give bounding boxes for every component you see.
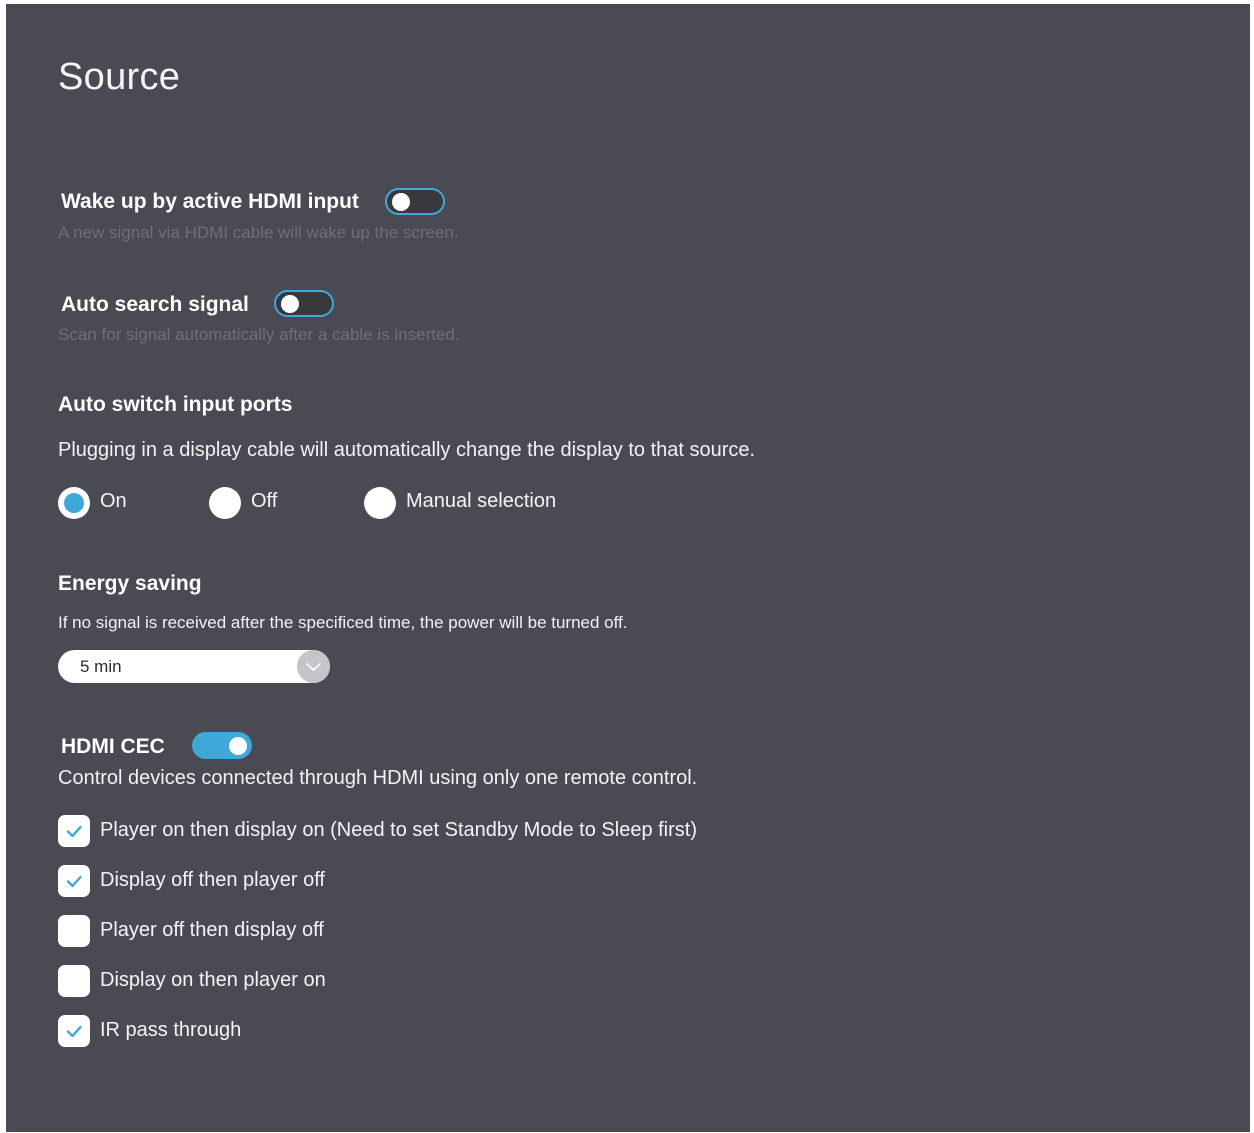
energy-saving-label: Energy saving (58, 572, 202, 595)
checkbox-display-on-player-on[interactable] (58, 965, 90, 997)
checkbox-display-off-player-off[interactable] (58, 865, 90, 897)
checkbox-label[interactable]: Player on then display on (Need to set S… (100, 819, 697, 842)
checkbox-player-off-display-off[interactable] (58, 915, 90, 947)
radio-on-label[interactable]: On (100, 490, 127, 513)
checkmark-icon (66, 875, 82, 888)
auto-search-description: Scan for signal automatically after a ca… (58, 325, 460, 344)
radio-selected-dot (64, 493, 84, 513)
dropdown-selected-value: 5 min (80, 657, 122, 676)
source-settings-panel: Source Wake up by active HDMI input A ne… (6, 4, 1250, 1132)
wake-hdmi-toggle[interactable] (385, 188, 445, 215)
toggle-knob (392, 192, 410, 211)
hdmi-cec-label: HDMI CEC (61, 735, 165, 758)
wake-hdmi-description: A new signal via HDMI cable will wake up… (58, 223, 459, 242)
auto-search-label: Auto search signal (61, 293, 249, 316)
auto-search-toggle[interactable] (274, 290, 334, 317)
radio-manual-selection[interactable] (364, 487, 396, 519)
page-title: Source (58, 56, 181, 98)
checkbox-label[interactable]: Player off then display off (100, 919, 324, 942)
chevron-down-icon[interactable] (297, 650, 330, 683)
radio-off[interactable] (209, 487, 241, 519)
checkbox-label[interactable]: IR pass through (100, 1019, 241, 1042)
hdmi-cec-description: Control devices connected through HDMI u… (58, 767, 698, 789)
wake-hdmi-label: Wake up by active HDMI input (61, 190, 359, 213)
toggle-knob (229, 736, 247, 755)
toggle-knob (281, 294, 299, 313)
auto-switch-description: Plugging in a display cable will automat… (58, 439, 756, 461)
checkbox-label[interactable]: Display on then player on (100, 969, 326, 992)
checkbox-player-on-display-on[interactable] (58, 815, 90, 847)
checkbox-ir-pass-through[interactable] (58, 1015, 90, 1047)
checkbox-label[interactable]: Display off then player off (100, 869, 325, 892)
energy-saving-description: If no signal is received after the speci… (58, 613, 628, 632)
energy-saving-dropdown[interactable]: 5 min (58, 650, 330, 683)
checkmark-icon (66, 825, 82, 838)
radio-manual-selection-label[interactable]: Manual selection (406, 490, 556, 513)
radio-on[interactable] (58, 487, 90, 519)
checkmark-icon (66, 1025, 82, 1038)
auto-switch-label: Auto switch input ports (58, 393, 293, 416)
hdmi-cec-toggle[interactable] (192, 732, 252, 759)
radio-off-label[interactable]: Off (251, 490, 277, 513)
